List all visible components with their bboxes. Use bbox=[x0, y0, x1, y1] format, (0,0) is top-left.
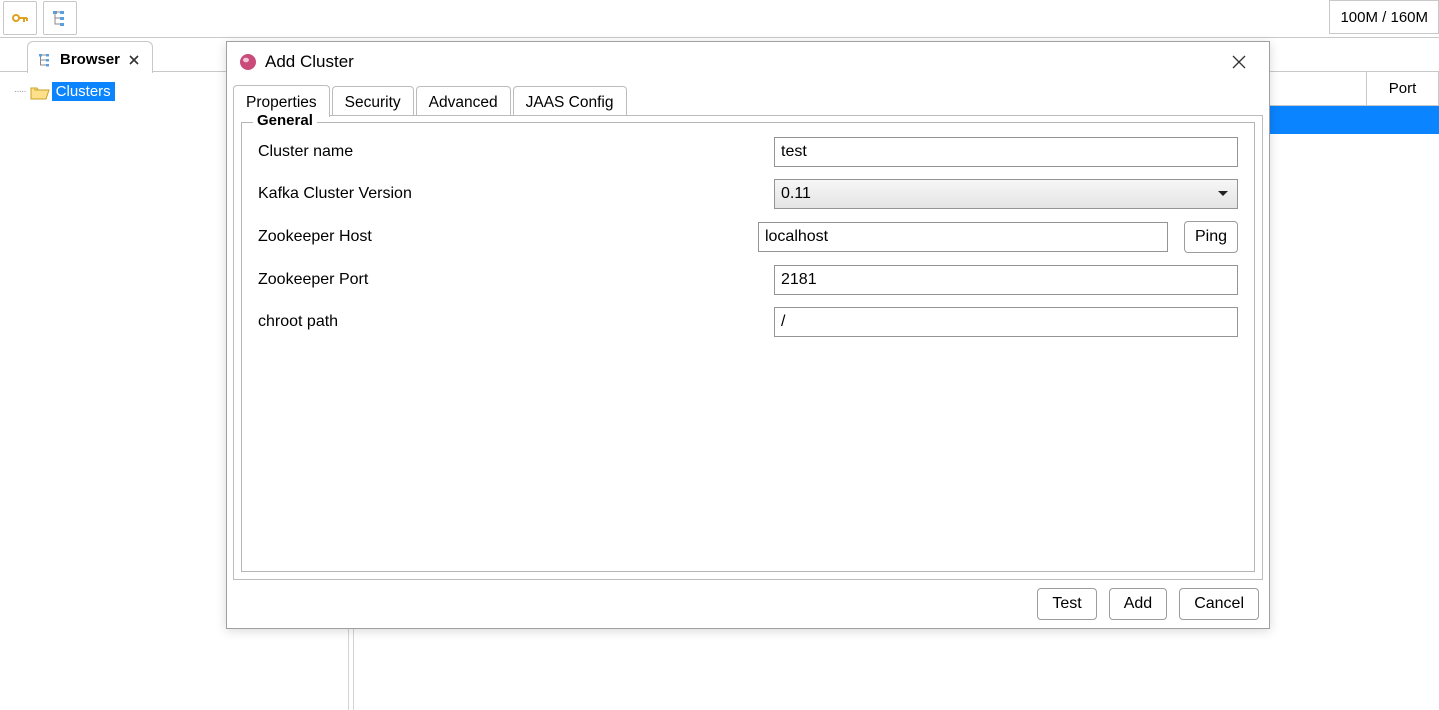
tab-jaas-label: JAAS Config bbox=[526, 94, 614, 112]
row-zk-host: Zookeeper Host Ping bbox=[258, 221, 1238, 253]
dialog-tabs: Properties Security Advanced JAAS Config bbox=[227, 84, 1269, 116]
label-chroot: chroot path bbox=[258, 313, 774, 331]
tree-root-label: Clusters bbox=[52, 82, 115, 101]
list-col-port[interactable]: Port bbox=[1367, 72, 1439, 105]
browser-tab-label: Browser bbox=[60, 51, 120, 68]
input-cluster-name[interactable] bbox=[774, 137, 1238, 167]
general-fieldset: Cluster name Kafka Cluster Version 0.11 … bbox=[241, 122, 1255, 572]
test-button[interactable]: Test bbox=[1037, 588, 1096, 620]
add-button[interactable]: Add bbox=[1109, 588, 1167, 620]
close-icon[interactable] bbox=[126, 52, 142, 68]
tab-advanced[interactable]: Advanced bbox=[416, 86, 511, 116]
tree-connector: ····· bbox=[14, 86, 26, 97]
toolbar-divider bbox=[0, 37, 1439, 38]
row-chroot: chroot path bbox=[258, 307, 1238, 337]
dialog-close-button[interactable] bbox=[1221, 47, 1257, 77]
row-version: Kafka Cluster Version 0.11 bbox=[258, 179, 1238, 209]
dialog-title: Add Cluster bbox=[265, 52, 1213, 72]
col-port-label: Port bbox=[1389, 80, 1417, 97]
tree-icon bbox=[51, 9, 69, 27]
dialog-footer: Test Add Cancel bbox=[1037, 588, 1259, 620]
input-chroot[interactable] bbox=[774, 307, 1238, 337]
label-version: Kafka Cluster Version bbox=[258, 185, 774, 203]
tab-properties-label: Properties bbox=[246, 94, 317, 112]
tree-small-icon bbox=[38, 53, 54, 67]
ping-button[interactable]: Ping bbox=[1184, 221, 1238, 253]
row-zk-port: Zookeeper Port bbox=[258, 265, 1238, 295]
chevron-down-icon bbox=[1217, 185, 1229, 203]
app-icon bbox=[239, 53, 257, 71]
label-zk-port: Zookeeper Port bbox=[258, 271, 774, 289]
select-version[interactable]: 0.11 bbox=[774, 179, 1238, 209]
select-version-value: 0.11 bbox=[781, 185, 811, 203]
row-cluster-name: Cluster name bbox=[258, 137, 1238, 167]
dialog-titlebar[interactable]: Add Cluster bbox=[227, 42, 1269, 82]
tab-security-label: Security bbox=[345, 94, 401, 112]
tab-security[interactable]: Security bbox=[332, 86, 414, 116]
input-zk-port[interactable] bbox=[774, 265, 1238, 295]
tab-advanced-label: Advanced bbox=[429, 94, 498, 112]
cancel-button[interactable]: Cancel bbox=[1179, 588, 1259, 620]
toolbar-button-2[interactable] bbox=[43, 1, 77, 35]
key-icon bbox=[11, 10, 29, 26]
folder-open-icon bbox=[30, 85, 48, 99]
label-zk-host: Zookeeper Host bbox=[258, 228, 758, 246]
add-cluster-dialog: Add Cluster Properties Security Advanced… bbox=[226, 41, 1270, 629]
memory-text: 100M / 160M bbox=[1340, 9, 1428, 26]
toolbar-button-1[interactable] bbox=[3, 1, 37, 35]
fieldset-legend: General bbox=[253, 112, 317, 129]
memory-indicator: 100M / 160M bbox=[1329, 0, 1439, 34]
label-cluster-name: Cluster name bbox=[258, 143, 774, 161]
tab-jaas[interactable]: JAAS Config bbox=[513, 86, 627, 116]
input-zk-host[interactable] bbox=[758, 222, 1168, 252]
close-icon bbox=[1232, 55, 1246, 69]
main-toolbar bbox=[0, 0, 1439, 36]
browser-tab[interactable]: Browser bbox=[27, 41, 153, 73]
